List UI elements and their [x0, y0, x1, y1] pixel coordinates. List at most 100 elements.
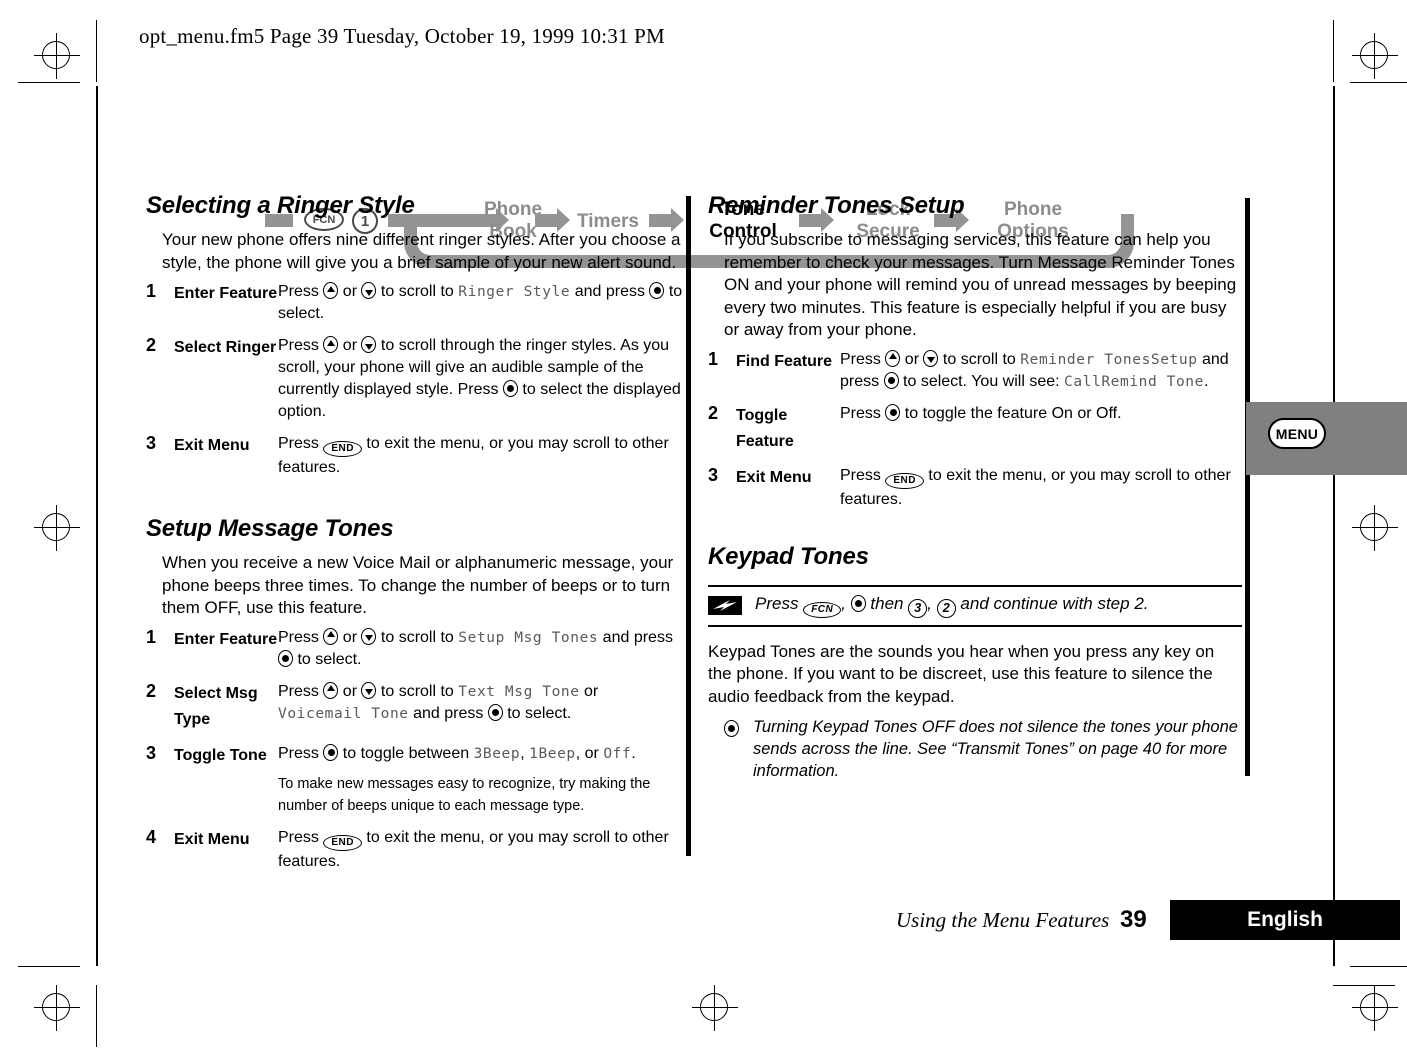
page-edge-left [96, 86, 98, 966]
table-row: 1 Find Feature Press or to scroll to Rem… [708, 349, 1242, 403]
registration-mark-bottom-left [34, 985, 80, 1031]
table-row: 2 Select Ringer Press or to scroll throu… [146, 335, 686, 433]
step-number: 2 [708, 402, 719, 423]
step-action: Toggle Tone [174, 746, 267, 764]
footer-page-number: 39 [1120, 906, 1147, 933]
step-number: 4 [146, 826, 157, 847]
step-paragraph: Press or to scroll to Text Msg Tone or V… [278, 681, 599, 722]
step-paragraph: Press END to exit the menu, or you may s… [278, 828, 669, 870]
page-footer: Using the Menu Features 39 English [880, 900, 1400, 942]
step-action: Exit Menu [174, 830, 250, 848]
step-number: 3 [146, 742, 157, 763]
steps-table-setup-message-tones: 1 Enter Feature Press or to scroll to Se… [146, 627, 686, 883]
section-heading-reminder-tones-setup: Reminder Tones Setup [708, 192, 965, 219]
table-row: 3 Exit Menu Press END to exit the menu, … [146, 433, 686, 489]
end-key-icon: END [323, 441, 362, 457]
phone-display-text: 1Beep [529, 745, 576, 762]
scroll-up-icon [885, 349, 901, 367]
crop-mark-bottom-right-vertical [1333, 985, 1395, 986]
left-column: Selecting a Ringer Style Your new phone … [146, 192, 686, 883]
section-intro-reminder-tones-setup: If you subscribe to messaging services, … [724, 230, 1237, 339]
section-heading-keypad-tones: Keypad Tones [708, 542, 869, 570]
registration-mark-top-left [34, 33, 80, 79]
shortcut-callout: Press FCN, then 3, 2 and continue with s… [708, 584, 1242, 627]
step-paragraph: Press or to scroll to Setup Msg Tones an… [278, 627, 673, 668]
phone-display-text: Voicemail Tone [278, 705, 409, 722]
step-action: Enter Feature [174, 630, 278, 648]
phone-display-text: Reminder TonesSetup [1020, 351, 1198, 368]
step-action: Exit Menu [174, 437, 250, 454]
step-paragraph: Press or to scroll through the ringer st… [278, 336, 681, 420]
right-column-rule [1245, 198, 1250, 776]
menu-tab-label: MENU [1268, 418, 1326, 449]
step-paragraph: Press END to exit the menu, or you may s… [840, 466, 1231, 508]
step-number: 1 [708, 348, 719, 369]
step-paragraph: To make new messages easy to recognize, … [278, 773, 686, 817]
table-row: 1 Enter Feature Press or to scroll to Se… [146, 627, 686, 681]
scroll-down-icon [361, 282, 377, 299]
select-icon [885, 403, 901, 421]
lightning-bolt-icon [708, 596, 742, 615]
select-icon [487, 703, 503, 721]
crop-mark-left-horizontal [18, 82, 80, 83]
table-row: 3 Toggle Tone Press to toggle between 3B… [146, 743, 686, 827]
select-icon [883, 371, 899, 389]
step-description: Press or to scroll through the ringer st… [278, 335, 686, 433]
right-column: Reminder Tones Setup If you subscribe to… [708, 192, 1242, 782]
table-row: 2 Toggle Feature Press to toggle the fea… [708, 403, 1242, 465]
select-icon [850, 594, 866, 612]
scroll-down-icon [923, 349, 939, 367]
registration-mark-bottom-center [692, 985, 738, 1031]
step-description: Press to toggle the feature On or Off. [840, 403, 1242, 465]
step-description: Press to toggle between 3Beep, 1Beep, or… [278, 743, 686, 827]
step-action: Select Ringer [174, 339, 277, 356]
step-description: Press or to scroll to Ringer Style and p… [278, 281, 686, 335]
phone-display-text: Text Msg Tone [458, 683, 580, 700]
step-description: Press END to exit the menu, or you may s… [278, 433, 686, 489]
step-paragraph: Press or to scroll to Reminder TonesSetu… [840, 349, 1229, 390]
fcn-key-icon: FCN [803, 601, 842, 618]
step-action: Exit Menu [736, 468, 812, 486]
step-paragraph: Press or to scroll to Ringer Style and p… [278, 282, 683, 322]
key-2-icon: 2 [936, 598, 956, 618]
menu-side-tab[interactable]: MENU [1246, 402, 1407, 475]
scroll-up-icon [323, 336, 339, 353]
shortcut-text: Press FCN, then 3, 2 and continue with s… [755, 594, 1149, 618]
crop-mark-bottom-right-horizontal [1350, 966, 1407, 967]
table-row: 4 Exit Menu Press END to exit the menu, … [146, 827, 686, 883]
step-number: 1 [146, 626, 157, 647]
table-row: 2 Select Msg Type Press or to scroll to … [146, 681, 686, 743]
registration-mark-left-middle [34, 505, 80, 551]
key-3-icon: 3 [908, 598, 928, 618]
footer-language-badge: English [1170, 900, 1400, 940]
section-heading-setup-message-tones: Setup Message Tones [146, 515, 394, 542]
end-key-icon: END [323, 834, 362, 851]
scroll-up-icon [323, 282, 339, 299]
table-row: 3 Exit Menu Press END to exit the menu, … [708, 465, 1242, 521]
registration-mark-right-middle [1352, 505, 1398, 551]
end-key-icon: END [885, 472, 924, 489]
step-paragraph: Press to toggle between 3Beep, 1Beep, or… [278, 743, 636, 762]
scroll-down-icon [361, 627, 377, 645]
scroll-down-icon [361, 681, 377, 699]
note-text: Turning Keypad Tones OFF does not silenc… [753, 718, 1238, 780]
select-icon [649, 282, 665, 299]
select-icon [323, 743, 339, 761]
crop-mark-left-vertical [96, 20, 97, 82]
step-description: Press or to scroll to Text Msg Tone or V… [278, 681, 686, 743]
section-intro-selecting-ringer-style: Your new phone offers nine different rin… [162, 230, 681, 272]
phone-display-text: Off [603, 745, 632, 762]
step-paragraph: Press to toggle the feature On or Off. [840, 403, 1122, 422]
scroll-up-icon [323, 627, 339, 645]
section-intro-keypad-tones: Keypad Tones are the sounds you hear whe… [708, 641, 1215, 706]
scroll-up-icon [323, 681, 339, 699]
step-action: Select Msg Type [174, 684, 258, 728]
steps-table-selecting-ringer-style: 1 Enter Feature Press or to scroll to Ri… [146, 281, 686, 489]
step-description: Press or to scroll to Reminder TonesSetu… [840, 349, 1242, 403]
step-action: Toggle Feature [736, 406, 794, 450]
footer-title: Using the Menu Features [896, 908, 1110, 932]
step-number: 3 [146, 433, 157, 453]
step-number: 2 [146, 335, 157, 355]
step-paragraph: Press END to exit the menu, or you may s… [278, 435, 669, 476]
table-row: 1 Enter Feature Press or to scroll to Ri… [146, 281, 686, 335]
